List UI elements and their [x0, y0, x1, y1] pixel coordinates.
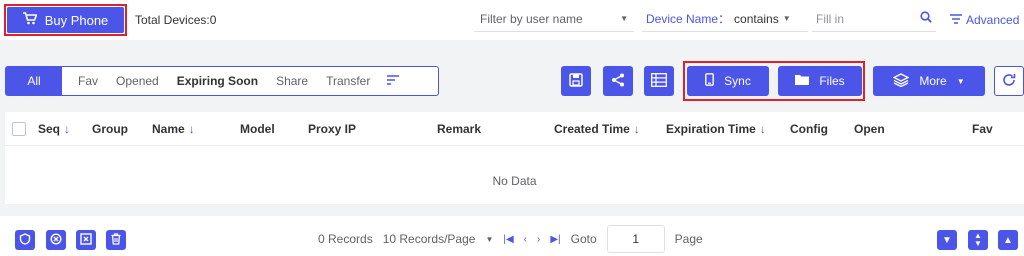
sort-arrow-icon: ↓: [633, 122, 640, 136]
page-size-value: 10 Records/Page: [382, 232, 476, 246]
column-header-open: Open: [854, 122, 885, 136]
column-header-remark: Remark: [437, 122, 482, 136]
device-tabs: All Fav Opened Expiring Soon Share Trans…: [5, 66, 439, 96]
share-icon: [611, 73, 625, 90]
tab-expiring-soon[interactable]: Expiring Soon: [168, 67, 267, 95]
cancel-circle-button[interactable]: [46, 230, 66, 250]
first-page-icon[interactable]: |◀: [503, 234, 513, 245]
phone-icon: [705, 73, 715, 89]
expand-collapse-button[interactable]: ▲ ▼: [968, 230, 988, 250]
records-count: 0 Records: [318, 232, 373, 246]
goto-page-input[interactable]: 1: [606, 225, 665, 253]
tab-fav[interactable]: Fav: [62, 67, 107, 95]
files-button[interactable]: Files: [778, 66, 862, 96]
sync-button[interactable]: Sync: [687, 66, 769, 96]
tab-share[interactable]: Share: [267, 67, 317, 95]
field-filter-select[interactable]: Device Name： contains ▼: [642, 6, 808, 32]
table-header: Seq ↓ Group Name ↓ Model Proxy IP Remark C…: [5, 112, 1024, 146]
expand-arrows-icon: ▲ ▼: [974, 231, 982, 248]
save-icon-button[interactable]: [561, 66, 591, 96]
refresh-icon: [1002, 73, 1016, 90]
page-size-select[interactable]: 10 Records/Page ▼: [383, 232, 494, 246]
column-header-seq[interactable]: Seq ↓: [38, 122, 70, 136]
total-devices-count: Total Devices:0: [135, 13, 217, 27]
more-label: More: [919, 74, 947, 88]
column-header-fav: Fav: [972, 122, 993, 136]
advanced-label: Advanced: [966, 13, 1020, 27]
list-view-icon-button[interactable]: [644, 66, 674, 96]
caret-down-icon: ▼: [956, 76, 965, 86]
empty-table-message: No Data: [492, 174, 537, 188]
chevron-up-icon: ▲: [1003, 234, 1013, 246]
field-label: Device Name：: [646, 12, 731, 26]
shield-icon: [19, 232, 31, 248]
top-bar: Buy Phone Total Devices:0 Filter by user…: [0, 0, 1024, 40]
sort-arrow-icon: ↓: [759, 122, 766, 136]
layers-icon: [892, 72, 910, 90]
sort-arrow-icon: ↓: [188, 122, 195, 136]
caret-down-icon: ▼: [620, 14, 628, 23]
trash-icon: [110, 232, 122, 248]
refresh-button[interactable]: [994, 66, 1024, 96]
filter-user-select[interactable]: Filter by user name ▼: [474, 6, 634, 32]
cart-icon: [22, 12, 38, 28]
expand-up-button[interactable]: ▲: [998, 230, 1018, 250]
fill-in-input[interactable]: Fill in: [812, 6, 936, 32]
prev-page-icon[interactable]: ‹: [524, 234, 527, 245]
last-page-icon[interactable]: ▶|: [550, 234, 560, 245]
delete-button[interactable]: [106, 230, 126, 250]
filter-lines-icon: [950, 13, 962, 27]
circle-x-icon: [50, 232, 62, 248]
next-page-icon[interactable]: ›: [537, 234, 540, 245]
list-view-icon: [651, 72, 667, 90]
save-icon: [569, 72, 583, 90]
bookmark-shield-button[interactable]: [15, 230, 35, 250]
search-icon[interactable]: [920, 11, 932, 26]
folder-icon: [795, 74, 810, 88]
column-header-config: Config: [790, 122, 828, 136]
filter-user-placeholder: Filter by user name: [480, 11, 583, 26]
buy-phone-label: Buy Phone: [44, 12, 109, 28]
goto-label: Goto: [570, 232, 597, 246]
tab-all[interactable]: All: [6, 67, 62, 95]
caret-down-icon: ▼: [485, 234, 494, 244]
share-icon-button[interactable]: [603, 66, 633, 96]
more-dropdown-button[interactable]: More ▼: [873, 66, 985, 96]
field-operator: contains: [734, 11, 779, 26]
tab-opened[interactable]: Opened: [107, 67, 168, 95]
column-header-proxy-ip: Proxy IP: [308, 122, 357, 136]
sync-label: Sync: [724, 74, 751, 88]
chevron-down-icon: ▼: [942, 234, 952, 246]
column-header-created-time[interactable]: Created Time ↓: [554, 122, 640, 136]
tab-transfer[interactable]: Transfer: [317, 67, 379, 95]
select-all-checkbox[interactable]: [12, 122, 26, 136]
column-header-expiration-time[interactable]: Expiration Time ↓: [666, 122, 766, 136]
column-header-name[interactable]: Name ↓: [152, 122, 195, 136]
expand-down-button[interactable]: ▼: [937, 230, 957, 250]
device-table: Seq ↓ Group Name ↓ Model Proxy IP Remark C…: [5, 112, 1024, 204]
caret-down-icon: ▼: [782, 14, 791, 23]
pagination: 0 Records 10 Records/Page ▼ |◀ ‹ › ▶| Go…: [318, 225, 703, 253]
close-square-button[interactable]: [76, 230, 96, 250]
sort-arrow-icon: ↓: [64, 122, 71, 136]
sort-lines-icon[interactable]: [387, 74, 400, 88]
buy-phone-highlight: Buy Phone: [4, 4, 127, 36]
column-header-group: Group: [92, 122, 128, 136]
column-header-model: Model: [240, 122, 275, 136]
square-x-icon: [80, 232, 92, 248]
fill-in-placeholder: Fill in: [816, 11, 845, 26]
page-label: Page: [674, 232, 703, 246]
files-label: Files: [819, 74, 845, 88]
advanced-filter-link[interactable]: Advanced: [950, 13, 1019, 27]
footer-bar: 0 Records 10 Records/Page ▼ |◀ ‹ › ▶| Go…: [0, 216, 1024, 256]
buy-phone-button[interactable]: Buy Phone: [7, 7, 124, 33]
